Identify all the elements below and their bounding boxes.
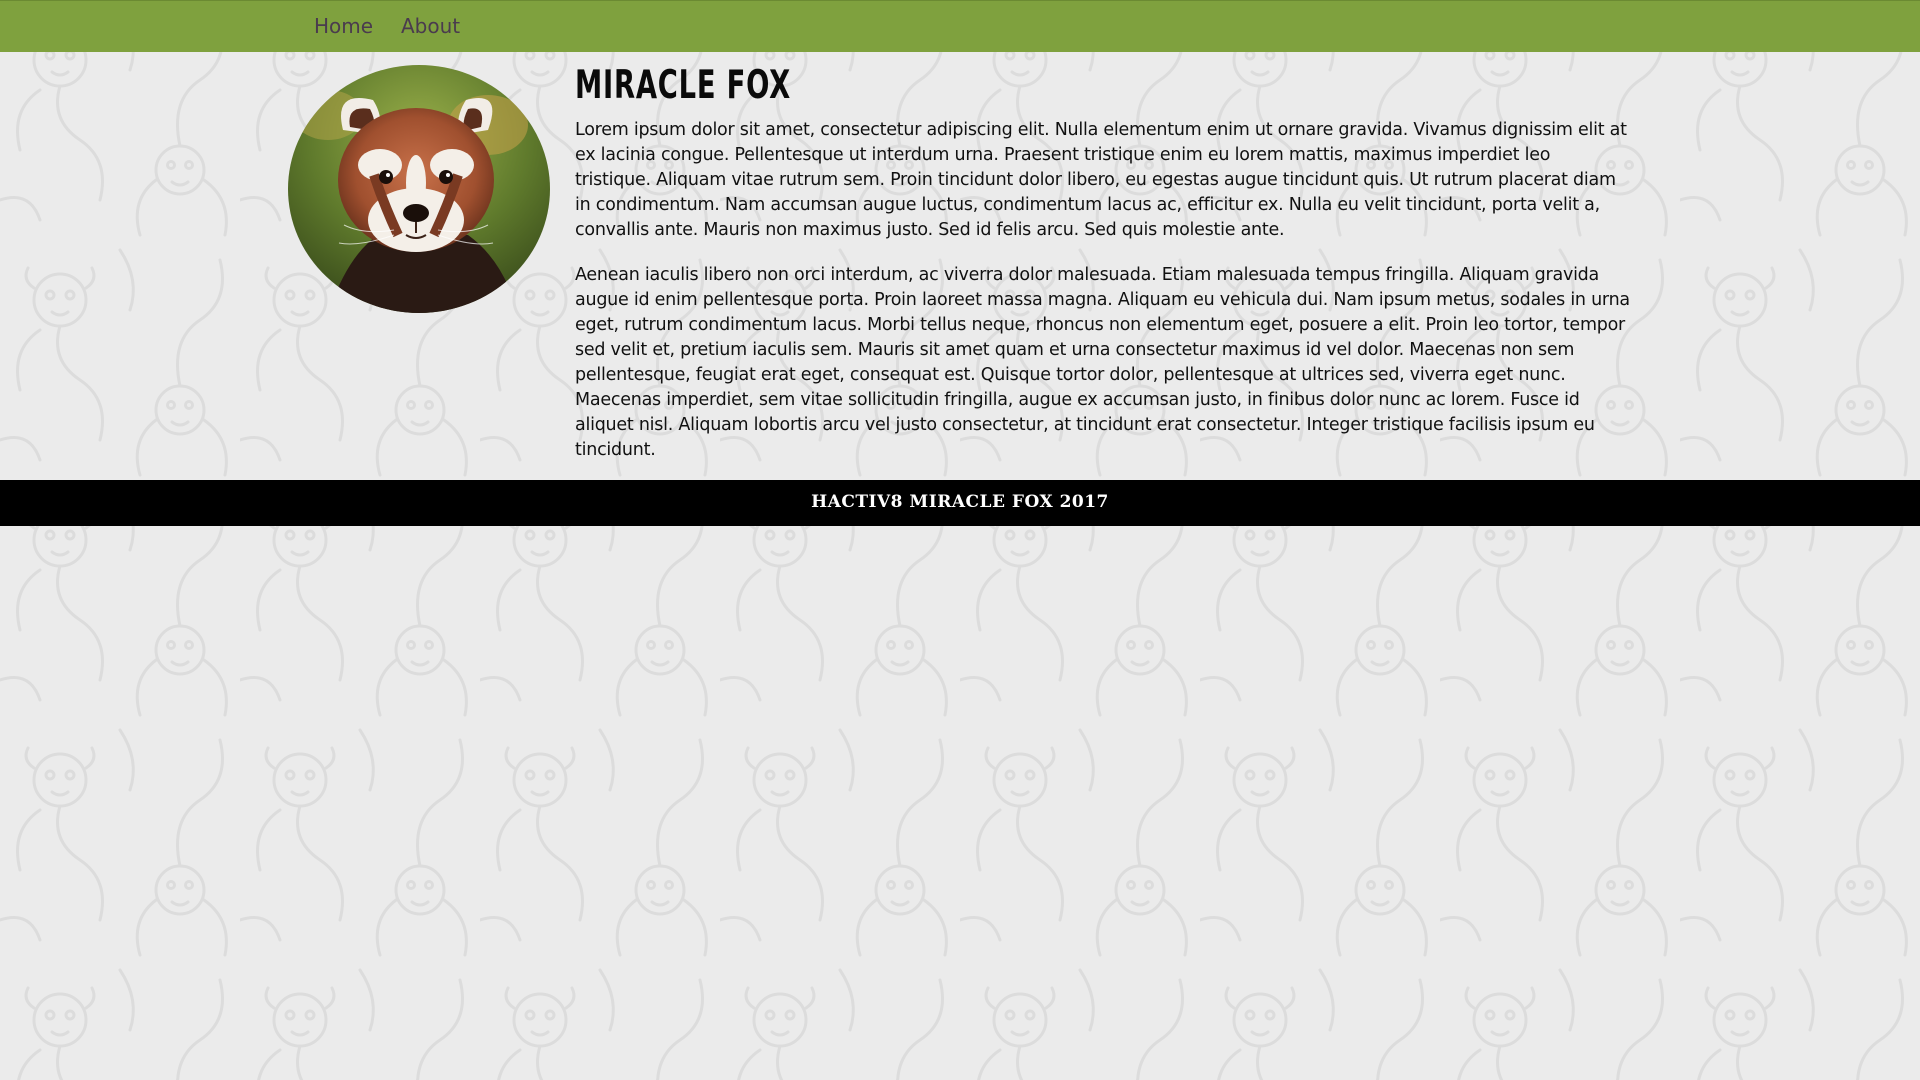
body-paragraph: Aenean iaculis libero non orci interdum,… xyxy=(575,265,1630,460)
top-navbar: Home About xyxy=(0,0,1920,52)
nav-link-home[interactable]: Home xyxy=(314,14,373,38)
nav-link-about[interactable]: About xyxy=(401,14,460,38)
intro-paragraph: Lorem ipsum dolor sit amet, consectetur … xyxy=(575,120,1627,240)
page-title: MIRACLE FOX xyxy=(575,63,791,108)
footer-text: HACTIV8 MIRACLE FOX 2017 xyxy=(811,492,1109,512)
page-footer: HACTIV8 MIRACLE FOX 2017 xyxy=(0,480,1920,526)
red-panda-avatar xyxy=(288,65,550,313)
red-panda-photo xyxy=(288,65,550,313)
